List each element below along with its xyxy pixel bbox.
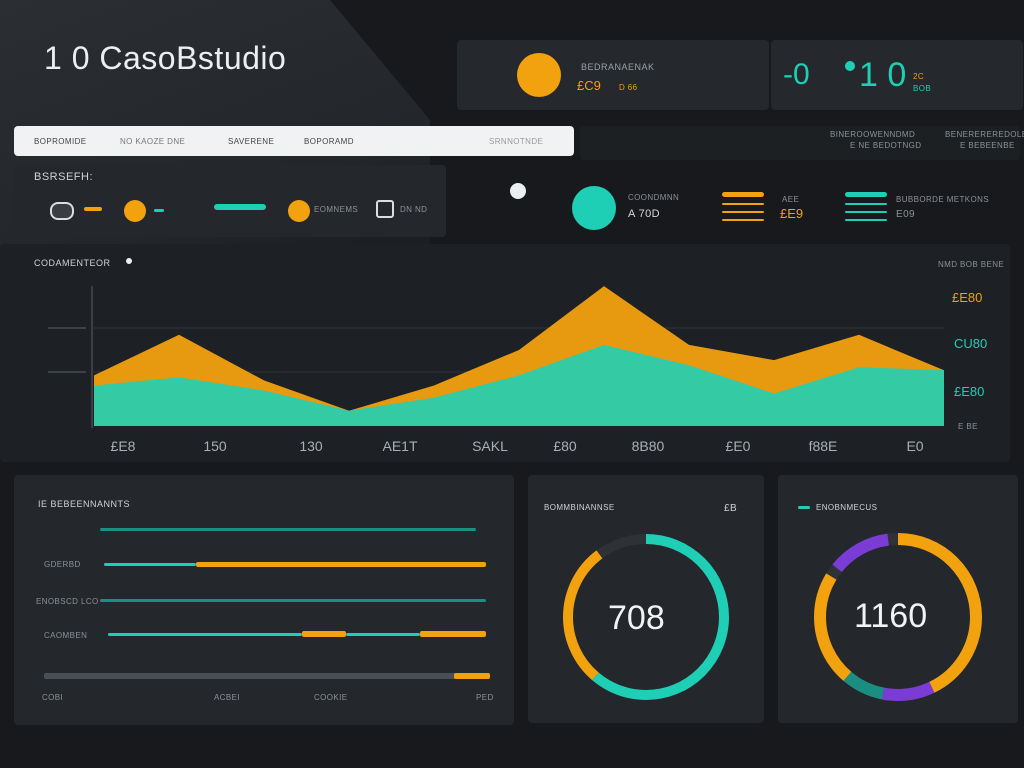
header-info-bar: BINEROOWENNDMD BENEREREREDOLE E NE BEDOT… bbox=[580, 126, 1024, 160]
search-bar[interactable]: BOPROMIDE NO KAOZE DNE SAVERENE BOPORAMD… bbox=[14, 126, 574, 156]
info-line-1a: BINEROOWENNDMD bbox=[830, 130, 916, 139]
orange-chip bbox=[84, 207, 102, 211]
progress-bar-4-teal bbox=[108, 633, 302, 636]
progress-title: IE BEBEENNANNTS bbox=[38, 499, 131, 509]
chart-x-tick-label: AE1T bbox=[382, 438, 417, 454]
teal-dot-icon bbox=[845, 61, 855, 71]
chart-x-tick-label: £E0 bbox=[726, 438, 751, 454]
progress-row-label-3: ENOBSCD LCO bbox=[36, 597, 99, 606]
stat2-label: AEE bbox=[782, 195, 800, 204]
progress-bar-4-orange-a bbox=[302, 631, 346, 637]
chart-right-label-2: CU80 bbox=[954, 336, 988, 351]
stat1-label: COONDMNN bbox=[628, 193, 680, 202]
gauge-panel-2: ENOBNMECUS 1160 bbox=[778, 475, 1018, 723]
footer-label-4: PED bbox=[476, 693, 494, 702]
app-title: 1 0 CasoBstudio bbox=[44, 40, 287, 76]
progress-bar-2-orange bbox=[196, 562, 486, 567]
chart-x-tick-label: £E8 bbox=[111, 438, 136, 454]
info-line-1b: BENEREREREDOLE bbox=[945, 130, 1024, 139]
chart-right-label-1: £E80 bbox=[952, 290, 983, 305]
footer-label-3: COOKIE bbox=[314, 693, 348, 702]
progress-bar-3 bbox=[100, 599, 486, 602]
toolbar-item-label: EOMNEMS bbox=[314, 205, 359, 214]
area-chart: £E8 150 130 AE1T SAKL £80 8B80 £E0 f88E E0 bbox=[48, 286, 944, 454]
chart-x-tick-label: E0 bbox=[906, 438, 923, 454]
gauge2-value: 1160 bbox=[854, 597, 928, 635]
footer-label-1: COBI bbox=[42, 693, 64, 702]
counter-sub-bottom: BOB bbox=[913, 84, 932, 93]
toolbar-item-label-2: DN ND bbox=[400, 205, 428, 214]
chart-x-tick-label: 8B80 bbox=[632, 438, 665, 454]
info-line-2a: E NE BEDOTNGD bbox=[850, 141, 922, 150]
chart-x-tick-label: f88E bbox=[809, 438, 838, 454]
teal-list-icon bbox=[845, 192, 887, 226]
counter-sub-top: 2C bbox=[913, 72, 925, 81]
coin-icon bbox=[517, 53, 561, 97]
progress-bar-4-teal-b bbox=[346, 633, 420, 636]
search-tab-3[interactable]: SAVERENE bbox=[228, 137, 274, 146]
chart-right-label-3: £E80 bbox=[954, 384, 985, 399]
chart-x-tick-label: £80 bbox=[553, 438, 577, 454]
toolbar: BSRSEFH: EOMNEMS DN ND bbox=[14, 165, 446, 237]
chart-x-tick-label: SAKL bbox=[472, 438, 508, 454]
progress-row-label-4: CAOMBEN bbox=[44, 631, 88, 640]
search-right-label: SRNNOTNDE bbox=[489, 137, 544, 146]
card-value: £C9 bbox=[577, 78, 601, 93]
gauge-panel-1: BOMMBINANNSE £B 708 bbox=[528, 475, 764, 723]
gauge1-value: 708 bbox=[608, 599, 665, 637]
toggle-icon[interactable] bbox=[50, 202, 74, 220]
coin-icon-small[interactable] bbox=[124, 200, 146, 222]
teal-circle-icon bbox=[572, 186, 616, 230]
chart-panel: CODAMENTEOR NMD BOB BENE £E8 150 130 AE1T SA… bbox=[0, 244, 1010, 462]
teal-chip bbox=[154, 209, 164, 212]
progress-panel: IE BEBEENNANNTS GDERBD ENOBSCD LCO CAOMB… bbox=[14, 475, 514, 725]
progress-row-label-2: GDERBD bbox=[44, 560, 81, 569]
progress-bar-4-orange-b bbox=[420, 631, 486, 637]
toolbar-title: BSRSEFH: bbox=[34, 171, 94, 183]
teal-slider[interactable] bbox=[214, 204, 266, 210]
search-tab-4[interactable]: BOPORAMD bbox=[304, 137, 354, 146]
progress-bar-1 bbox=[100, 528, 476, 531]
counter-left: -0 bbox=[783, 58, 810, 91]
chart-x-tick-label: 150 bbox=[203, 438, 227, 454]
progress-bar-5 bbox=[44, 673, 490, 679]
search-tab-1[interactable]: BOPROMIDE bbox=[34, 137, 87, 146]
card-heading: BEDRANAENAK bbox=[581, 62, 655, 72]
search-tab-2[interactable]: NO KAOZE DNE bbox=[120, 137, 185, 146]
stat3-value: E09 bbox=[896, 209, 915, 220]
chart-x-tick-label: 130 bbox=[299, 438, 323, 454]
orange-list-icon bbox=[722, 192, 764, 226]
stat2-value: £E9 bbox=[780, 206, 804, 221]
coin-icon-medium[interactable] bbox=[288, 200, 310, 222]
card-sub: D 66 bbox=[619, 83, 638, 92]
chart-bottom-right: E BE bbox=[958, 422, 978, 431]
top-card-primary: BEDRANAENAK £C9 D 66 bbox=[457, 40, 769, 110]
top-card-secondary: -0 1 0 2C BOB bbox=[771, 40, 1023, 110]
footer-label-2: ACBEI bbox=[214, 693, 241, 702]
progress-bar-2-teal bbox=[104, 563, 196, 566]
white-dot-icon bbox=[510, 183, 526, 199]
calendar-icon[interactable] bbox=[376, 200, 394, 218]
progress-bar-5-fill bbox=[454, 673, 490, 679]
counter-right: 1 0 bbox=[859, 56, 907, 94]
stat3-label: BUBBORDE METKONS bbox=[896, 195, 990, 204]
info-line-2b: E BEBEENBE bbox=[960, 141, 1015, 150]
stat1-value: A 70D bbox=[628, 208, 660, 220]
